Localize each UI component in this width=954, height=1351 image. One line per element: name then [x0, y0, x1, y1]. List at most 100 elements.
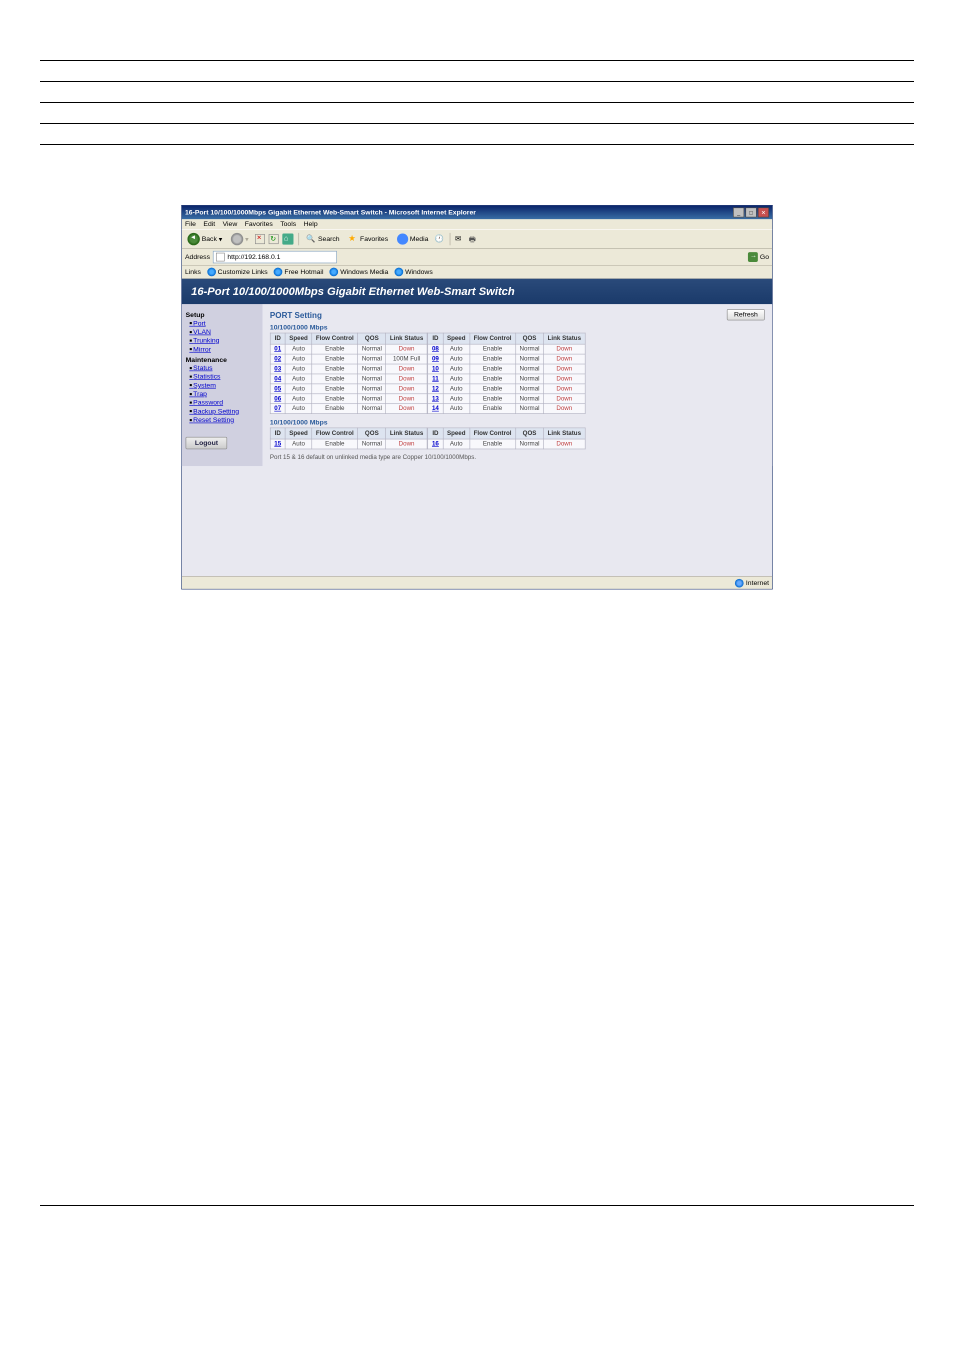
port-id-link[interactable]: 13 [428, 394, 443, 404]
sidebar-item-statistics[interactable]: Statistics [186, 372, 259, 381]
cell-flow: Enable [312, 394, 358, 404]
cell-qos: Normal [516, 354, 544, 364]
cell-qos: Normal [516, 439, 544, 449]
cell-speed: Auto [285, 404, 312, 414]
refresh-icon[interactable] [268, 234, 278, 244]
sidebar-item-trap[interactable]: Trap [186, 390, 259, 399]
table-row: 11AutoEnableNormalDown [428, 374, 585, 384]
cell-speed: Auto [285, 439, 312, 449]
port-id-link[interactable]: 16 [428, 439, 443, 449]
sidebar-item-port[interactable]: Port [186, 319, 259, 328]
col-header: ID [428, 333, 443, 344]
menubar: File Edit View Favorites Tools Help [182, 219, 772, 229]
minimize-button[interactable]: _ [733, 207, 744, 217]
port-id-link[interactable]: 05 [270, 384, 285, 394]
link-hotmail[interactable]: Free Hotmail [274, 268, 324, 277]
menu-view[interactable]: View [223, 221, 238, 228]
port-id-link[interactable]: 06 [270, 394, 285, 404]
sidebar-item-mirror[interactable]: Mirror [186, 345, 259, 354]
print-icon[interactable] [469, 234, 479, 244]
ie-icon [274, 268, 283, 277]
port-id-link[interactable]: 15 [270, 439, 285, 449]
refresh-button[interactable]: Refresh [727, 309, 765, 320]
port-tables-1: IDSpeedFlow ControlQOSLink Status01AutoE… [270, 333, 765, 414]
cell-speed: Auto [443, 364, 470, 374]
link-media[interactable]: Windows Media [330, 268, 389, 277]
col-header: QOS [516, 428, 544, 439]
table-row: 12AutoEnableNormalDown [428, 384, 585, 394]
history-icon[interactable] [435, 234, 445, 244]
sidebar-item-backup[interactable]: Backup Setting [186, 407, 259, 416]
col-header: Speed [285, 333, 312, 344]
menu-favorites[interactable]: Favorites [245, 221, 273, 228]
home-icon[interactable] [282, 234, 293, 245]
port-id-link[interactable]: 08 [428, 344, 443, 354]
col-header: Speed [443, 428, 470, 439]
cell-speed: Auto [443, 439, 470, 449]
table-row: 10AutoEnableNormalDown [428, 364, 585, 374]
page-banner: 16-Port 10/100/1000Mbps Gigabit Ethernet… [182, 279, 772, 304]
link-windows[interactable]: Windows [395, 268, 433, 277]
cell-speed: Auto [443, 404, 470, 414]
port-id-link[interactable]: 04 [270, 374, 285, 384]
cell-link: Down [386, 384, 427, 394]
cell-qos: Normal [358, 364, 386, 374]
media-button[interactable]: Media [394, 232, 431, 246]
port-id-link[interactable]: 10 [428, 364, 443, 374]
sidebar-item-trunking[interactable]: Trunking [186, 336, 259, 345]
favorites-button[interactable]: Favorites [346, 233, 391, 245]
address-input[interactable]: http://192.168.0.1 [213, 251, 337, 263]
cell-flow: Enable [470, 404, 516, 414]
search-button[interactable]: Search [304, 233, 342, 245]
col-header: Link Status [544, 333, 585, 344]
cell-speed: Auto [443, 354, 470, 364]
port-id-link[interactable]: 09 [428, 354, 443, 364]
back-button[interactable]: Back ▾ [185, 232, 225, 247]
menu-edit[interactable]: Edit [203, 221, 215, 228]
page-icon [216, 253, 225, 262]
col-header: ID [428, 428, 443, 439]
port-id-link[interactable]: 02 [270, 354, 285, 364]
table-row: 02AutoEnableNormal100M Full [270, 354, 427, 364]
content-area: 16-Port 10/100/1000Mbps Gigabit Ethernet… [182, 279, 772, 577]
port-id-link[interactable]: 07 [270, 404, 285, 414]
cell-flow: Enable [312, 344, 358, 354]
cell-speed: Auto [285, 394, 312, 404]
port-id-link[interactable]: 03 [270, 364, 285, 374]
link-customize[interactable]: Customize Links [207, 268, 268, 277]
back-icon [187, 233, 199, 245]
sidebar-item-status[interactable]: Status [186, 364, 259, 373]
menu-help[interactable]: Help [304, 221, 318, 228]
logout-button[interactable]: Logout [186, 437, 228, 449]
cell-link: Down [386, 404, 427, 414]
col-header: Speed [443, 333, 470, 344]
cell-qos: Normal [516, 344, 544, 354]
section-2-label: 10/100/1000 Mbps [270, 419, 765, 426]
status-zone: Internet [746, 579, 769, 586]
forward-button[interactable]: ▾ [228, 232, 251, 247]
cell-link: Down [386, 374, 427, 384]
sidebar-item-vlan[interactable]: VLAN [186, 328, 259, 337]
internet-zone-icon [735, 579, 744, 588]
menu-file[interactable]: File [185, 221, 196, 228]
sidebar-item-system[interactable]: System [186, 381, 259, 390]
port-id-link[interactable]: 11 [428, 374, 443, 384]
panel-title: PORT Setting [270, 310, 322, 319]
cell-flow: Enable [312, 354, 358, 364]
go-button[interactable]: Go [748, 252, 769, 262]
maximize-button[interactable]: □ [745, 207, 756, 217]
mail-icon[interactable] [455, 234, 465, 244]
cell-link: 100M Full [386, 354, 427, 364]
port-id-link[interactable]: 12 [428, 384, 443, 394]
sidebar-item-reset[interactable]: Reset Setting [186, 416, 259, 425]
close-button[interactable]: ✕ [758, 207, 769, 217]
menu-tools[interactable]: Tools [280, 221, 296, 228]
stop-icon[interactable] [255, 234, 265, 244]
port-id-link[interactable]: 14 [428, 404, 443, 414]
star-icon [348, 234, 358, 244]
port-id-link[interactable]: 01 [270, 344, 285, 354]
sidebar-item-password[interactable]: Password [186, 398, 259, 407]
col-header: ID [270, 333, 285, 344]
table-row: 03AutoEnableNormalDown [270, 364, 427, 374]
port-table-left: IDSpeedFlow ControlQOSLink Status01AutoE… [270, 333, 428, 414]
